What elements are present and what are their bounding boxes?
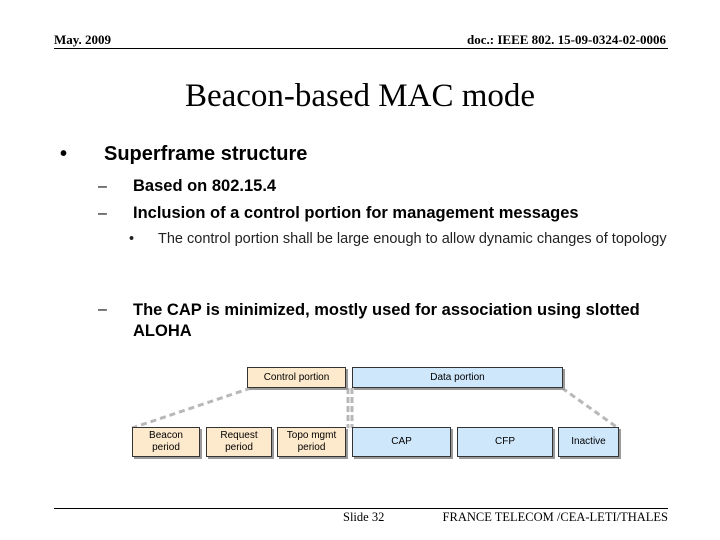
slide-number: Slide 32	[343, 510, 385, 524]
footer-organization: FRANCE TELECOM /CEA-LETI/THALES	[442, 510, 668, 524]
topo-mgmt-period-box: Topo mgmt period	[277, 427, 346, 457]
inactive-box: Inactive	[558, 427, 619, 457]
data-portion-box: Data portion	[352, 367, 563, 388]
dashed-connector-left	[131, 386, 252, 430]
cap-box: CAP	[352, 427, 451, 457]
request-period-box: Request period	[206, 427, 272, 457]
cfp-box: CFP	[457, 427, 553, 457]
control-portion-box: Control portion	[247, 367, 346, 388]
beacon-period-box: Beacon period	[132, 427, 200, 457]
dashed-connector-right	[561, 386, 619, 430]
footer-divider	[54, 508, 668, 509]
diagram-connectors	[131, 386, 619, 430]
